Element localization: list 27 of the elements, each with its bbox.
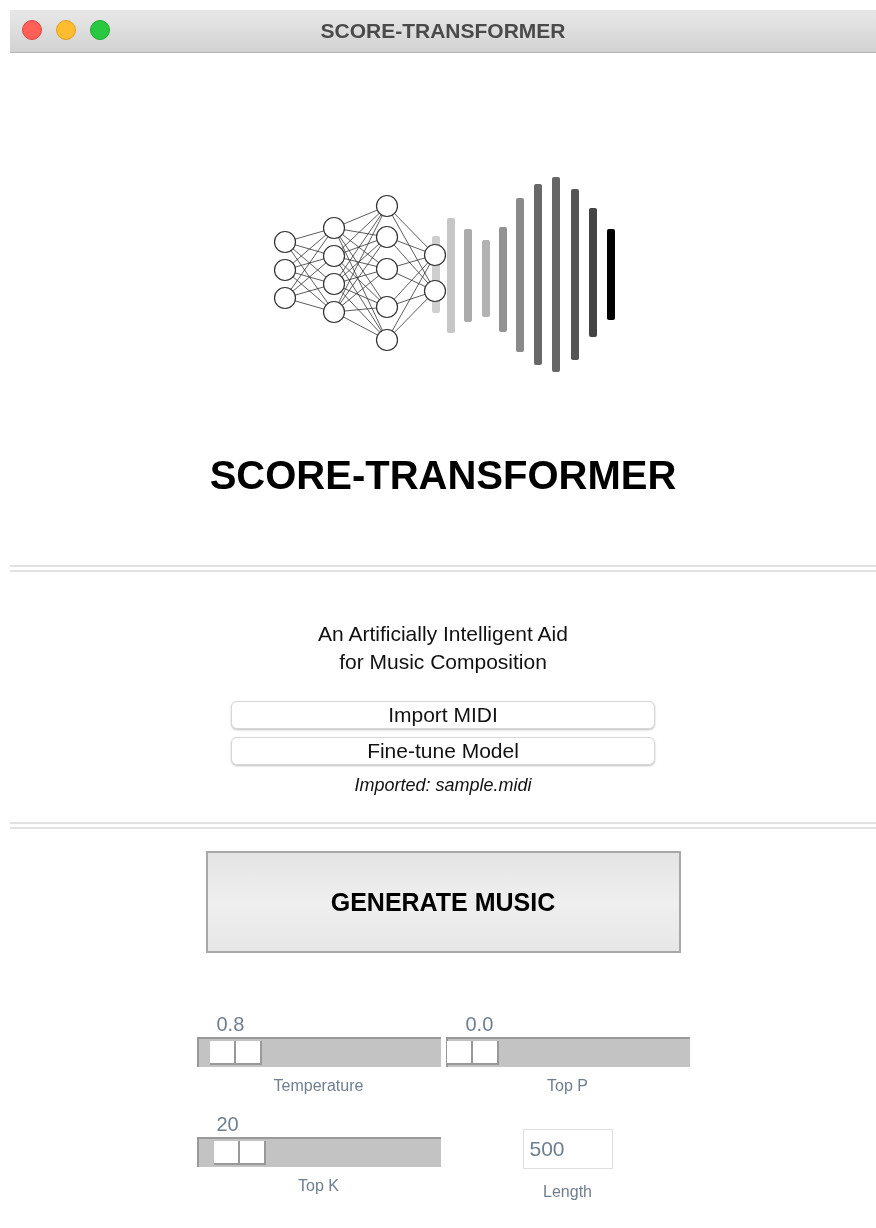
- window-title: SCORE-TRANSFORMER: [320, 19, 566, 43]
- slider-grip[interactable]: [235, 1041, 262, 1065]
- slider-value: 20: [215, 1112, 240, 1137]
- slider-grip[interactable]: [473, 1041, 500, 1065]
- slider-label: Temperature: [272, 1077, 365, 1095]
- slider-label: Top P: [546, 1077, 589, 1095]
- length-field[interactable]: 500: [522, 1129, 613, 1169]
- slider-value: 0.8: [215, 1012, 246, 1037]
- minimize-button[interactable]: [56, 20, 76, 40]
- slider[interactable]: [445, 1037, 690, 1067]
- slider-thumb[interactable]: [209, 1041, 236, 1065]
- generate-button[interactable]: GENERATE MUSIC: [205, 851, 681, 953]
- slider[interactable]: [196, 1137, 441, 1167]
- status-text: Imported: sample.midi: [353, 775, 533, 796]
- app-title: SCORE-TRANSFORMER: [208, 452, 678, 499]
- slider-grip[interactable]: [239, 1141, 266, 1165]
- action-button[interactable]: Import MIDI: [231, 701, 655, 729]
- slider-label: Top K: [297, 1177, 340, 1195]
- close-button[interactable]: [22, 20, 42, 40]
- slider[interactable]: [196, 1037, 441, 1067]
- field-label: Length: [543, 1183, 592, 1201]
- action-button[interactable]: Fine-tune Model: [231, 737, 655, 765]
- slider-thumb[interactable]: [447, 1041, 474, 1065]
- slider-thumb[interactable]: [213, 1141, 240, 1165]
- subtitle: An Artificially Intelligent Aid for Music Composition: [317, 621, 569, 675]
- zoom-button[interactable]: [90, 20, 110, 40]
- slider-value: 0.0: [464, 1012, 495, 1037]
